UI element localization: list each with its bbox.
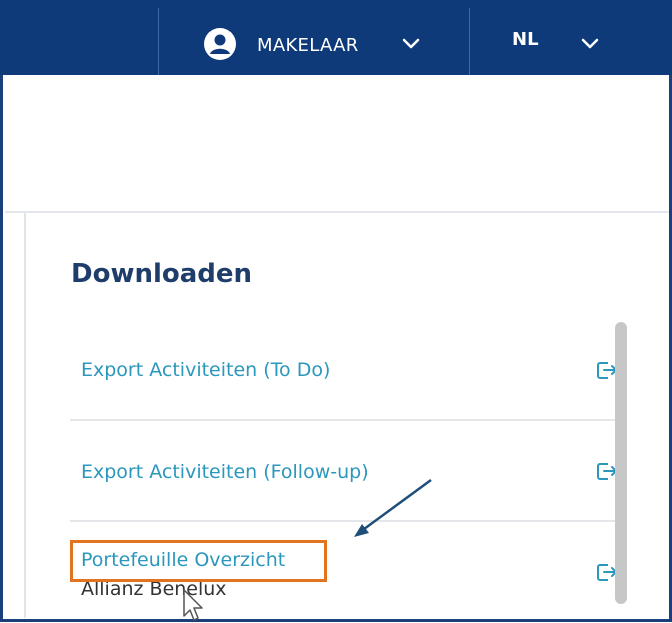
highlight-box bbox=[70, 540, 327, 582]
scrollbar-thumb[interactable] bbox=[615, 322, 627, 604]
download-item-export-todo[interactable]: Export Activiteiten (To Do) bbox=[70, 320, 618, 421]
section-title: Downloaden bbox=[71, 259, 253, 289]
mouse-pointer-icon bbox=[183, 589, 203, 621]
user-circle-icon bbox=[204, 28, 236, 60]
download-link[interactable]: Export Activiteiten (To Do) bbox=[81, 359, 330, 381]
chevron-down-icon[interactable] bbox=[581, 38, 599, 50]
user-role-label: MAKELAAR bbox=[257, 35, 359, 56]
annotation-arrow-icon bbox=[354, 478, 432, 537]
panel-left-border bbox=[24, 213, 26, 618]
download-link[interactable]: Export Activiteiten (Follow-up) bbox=[81, 461, 369, 483]
header-divider bbox=[5, 211, 669, 213]
nav-separator bbox=[158, 8, 159, 75]
top-navigation-bar: MAKELAAR NL bbox=[0, 0, 672, 75]
nav-separator bbox=[469, 8, 470, 75]
chevron-down-icon[interactable] bbox=[402, 38, 420, 50]
language-label: NL bbox=[512, 29, 539, 50]
